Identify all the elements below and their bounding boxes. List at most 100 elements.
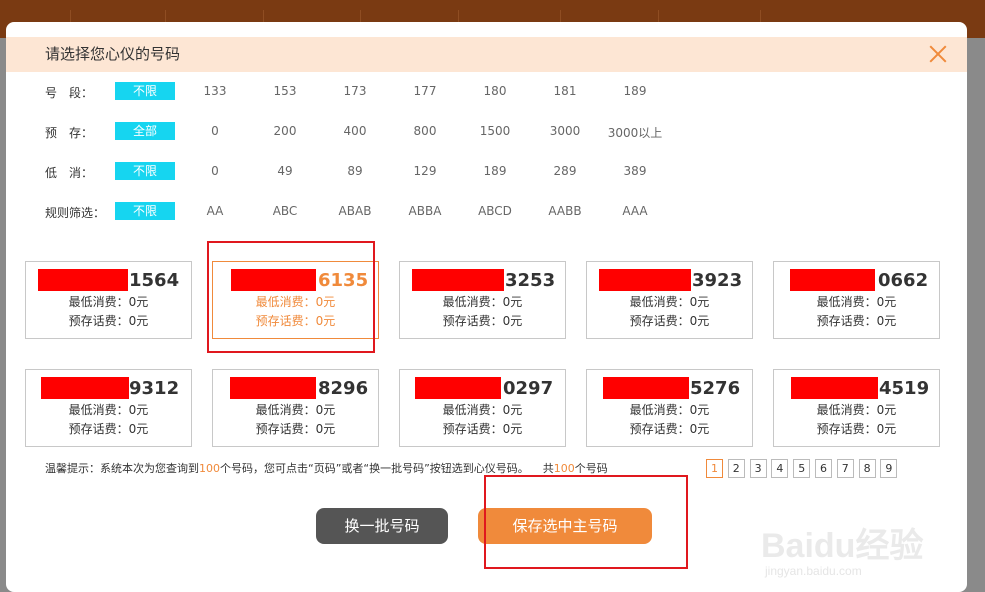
filter-option[interactable]: 133 [180,84,250,98]
number-select-dialog: 请选择您心仪的号码 号 段： 不限 133 153 173 177 180 181 189 预 存… [6,22,967,592]
filter-option[interactable]: ABAB [320,204,390,218]
min-fee-text: 最低消费：0元 [442,403,523,417]
filter-option[interactable]: ABC [250,204,320,218]
min-fee-text: 最低消费：0元 [255,403,336,417]
page-link[interactable]: 1 [706,459,723,478]
filter-option[interactable]: 180 [460,84,530,98]
filter-option[interactable]: 189 [460,164,530,178]
redaction-mark [415,377,501,399]
filter-option[interactable]: 177 [390,84,460,98]
close-icon[interactable] [927,43,949,65]
page-link[interactable]: 6 [815,459,832,478]
filter-option[interactable]: 49 [250,164,320,178]
filter-option-active[interactable]: 全部 [115,122,175,140]
redaction-mark [41,377,129,399]
prestore-text: 预存话费：0元 [629,422,710,436]
prestore-text: 预存话费：0元 [255,314,336,328]
filter-option[interactable]: 0 [180,124,250,138]
filter-option[interactable]: 173 [320,84,390,98]
filter-row: 规则筛选： 不限 AA ABC ABAB ABBA ABCD AABB AAA [6,202,967,222]
filter-option[interactable]: 3000以上 [600,124,670,141]
baidu-watermark: Baidu经验 jingyan.baidu.com [761,514,961,589]
filter-option[interactable]: AA [180,204,250,218]
filter-option[interactable]: 181 [530,84,600,98]
min-fee-text: 最低消费：0元 [629,295,710,309]
number-suffix: 0297 [503,378,554,399]
number-card[interactable]: 0662 最低消费：0元 预存话费：0元 [773,261,940,339]
filter-option[interactable]: 400 [320,124,390,138]
prestore-text: 预存话费：0元 [629,314,710,328]
filter-option[interactable]: ABBA [390,204,460,218]
filter-label: 号 段： [45,86,94,100]
hint-count: 100 [199,462,220,475]
filter-option[interactable]: 129 [390,164,460,178]
redaction-mark [599,269,691,291]
page-link[interactable]: 4 [771,459,789,478]
number-suffix: 8296 [318,378,369,399]
prestore-text: 预存话费：0元 [816,314,897,328]
number-card[interactable]: 3253 最低消费：0元 预存话费：0元 [399,261,566,339]
save-main-number-button[interactable]: 保存选中主号码 [478,508,652,544]
number-card[interactable]: 1564 最低消费：0元 预存话费：0元 [25,261,192,339]
redaction-mark [38,269,128,291]
filter-option[interactable]: 200 [250,124,320,138]
filter-option-active[interactable]: 不限 [115,162,175,180]
redaction-mark [412,269,504,291]
filter-option-active[interactable]: 不限 [115,202,175,220]
number-card[interactable]: 4519 最低消费：0元 预存话费：0元 [773,369,940,447]
filter-label: 低 消： [45,166,94,180]
page-link[interactable]: 3 [749,459,767,478]
min-fee-text: 最低消费：0元 [68,403,149,417]
page-link[interactable]: 7 [836,459,854,478]
number-suffix: 9312 [129,378,180,399]
filter-label: 预 存： [45,126,94,140]
watermark-site: jingyan.baidu.com [765,564,862,578]
number-suffix: 4519 [879,378,930,399]
page-link[interactable]: 9 [880,459,898,478]
filter-option[interactable]: 1500 [460,124,530,138]
min-fee-text: 最低消费：0元 [816,295,897,309]
number-card[interactable]: 8296 最低消费：0元 预存话费：0元 [212,369,379,447]
filter-option[interactable]: 389 [600,164,670,178]
prestore-text: 预存话费：0元 [68,422,149,436]
filter-option[interactable]: AABB [530,204,600,218]
filter-option-active[interactable]: 不限 [115,82,175,100]
filter-row: 低 消： 不限 0 49 89 129 189 289 389 [6,162,967,182]
number-card[interactable]: 0297 最低消费：0元 预存话费：0元 [399,369,566,447]
page-link[interactable]: 2 [727,459,745,478]
filter-option[interactable]: 3000 [530,124,600,138]
redaction-mark [790,269,875,291]
min-fee-text: 最低消费：0元 [629,403,710,417]
number-card[interactable]: 3923 最低消费：0元 预存话费：0元 [586,261,753,339]
redaction-mark [230,377,316,399]
dialog-title: 请选择您心仪的号码 [45,45,181,63]
prestore-text: 预存话费：0元 [442,422,523,436]
filter-option[interactable]: 0 [180,164,250,178]
hint-total-prefix: 共 [542,462,554,475]
redaction-mark [603,377,689,399]
redaction-mark [231,269,316,291]
number-card[interactable]: 6135 最低消费：0元 预存话费：0元 [212,261,379,339]
filter-option[interactable]: 153 [250,84,320,98]
filter-option[interactable]: 89 [320,164,390,178]
redaction-mark [791,377,878,399]
filter-option[interactable]: ABCD [460,204,530,218]
page-link[interactable]: 8 [858,459,876,478]
number-suffix: 0662 [878,270,929,291]
filter-option[interactable]: 800 [390,124,460,138]
number-suffix: 1564 [129,270,180,291]
filter-option[interactable]: 289 [530,164,600,178]
page-link[interactable]: 5 [793,459,811,478]
hint-text: 温馨提示：系统本次为您查询到100个号码，您可点击“页码”或者“换一批号码”按钮… [45,460,608,476]
number-suffix: 6135 [318,270,369,291]
number-suffix: 3923 [692,270,743,291]
filter-option[interactable]: 189 [600,84,670,98]
min-fee-text: 最低消费：0元 [816,403,897,417]
hint-total-suffix: 个号码 [574,462,608,475]
watermark-logo: Baidu经验 [761,527,924,565]
number-card[interactable]: 9312 最低消费：0元 预存话费：0元 [25,369,192,447]
prestore-text: 预存话费：0元 [816,422,897,436]
number-card[interactable]: 5276 最低消费：0元 预存话费：0元 [586,369,753,447]
filter-option[interactable]: AAA [600,204,670,218]
refresh-numbers-button[interactable]: 换一批号码 [316,508,448,544]
